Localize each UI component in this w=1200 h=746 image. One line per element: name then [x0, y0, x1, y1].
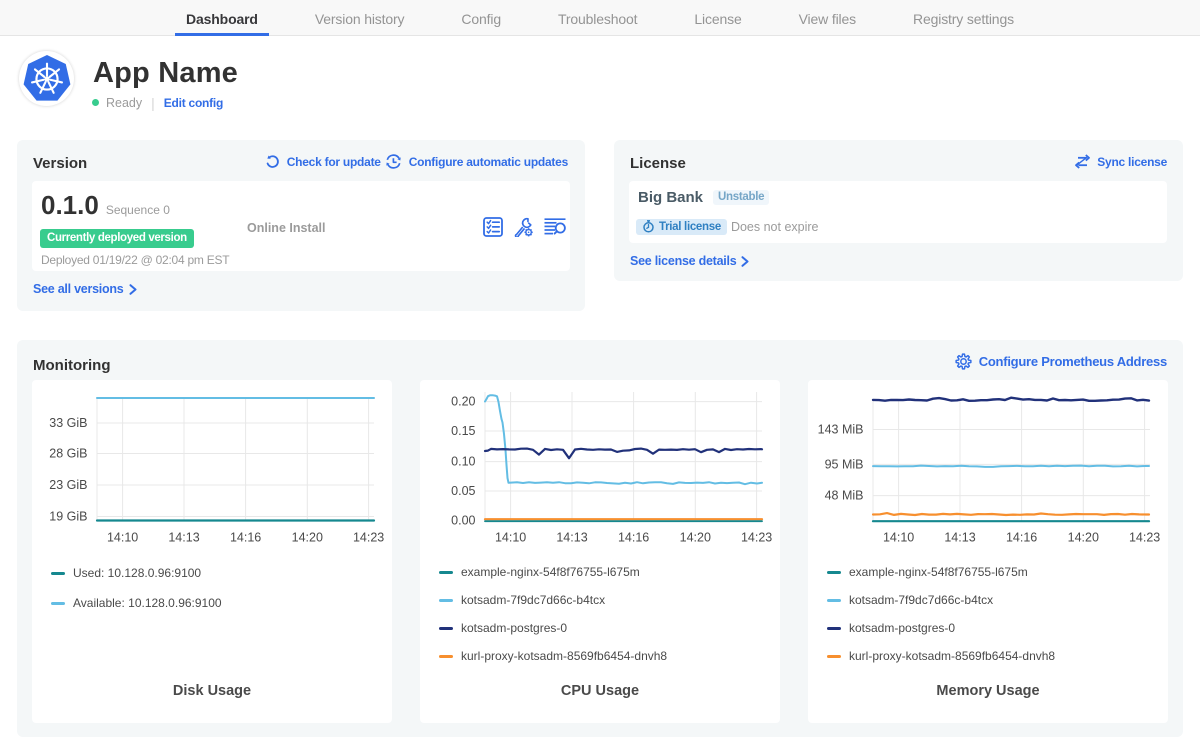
- svg-text:14:23: 14:23: [353, 531, 384, 545]
- svg-text:14:16: 14:16: [618, 531, 649, 545]
- svg-text:14:10: 14:10: [107, 531, 138, 545]
- svg-text:14:10: 14:10: [883, 531, 914, 545]
- svg-text:14:16: 14:16: [1006, 531, 1037, 545]
- svg-text:14:20: 14:20: [1068, 531, 1099, 545]
- svg-text:14:13: 14:13: [944, 531, 975, 545]
- svg-text:23 GiB: 23 GiB: [49, 478, 87, 492]
- svg-text:14:20: 14:20: [292, 531, 323, 545]
- svg-text:14:23: 14:23: [741, 531, 772, 545]
- svg-text:0.00: 0.00: [451, 513, 475, 527]
- svg-text:14:10: 14:10: [495, 531, 526, 545]
- svg-text:33 GiB: 33 GiB: [49, 416, 87, 430]
- svg-text:48 MiB: 48 MiB: [825, 489, 864, 503]
- svg-text:143 MiB: 143 MiB: [818, 423, 864, 437]
- svg-text:14:13: 14:13: [168, 531, 199, 545]
- svg-text:0.10: 0.10: [451, 455, 475, 469]
- svg-text:0.15: 0.15: [451, 424, 475, 438]
- svg-text:95 MiB: 95 MiB: [825, 457, 864, 471]
- svg-text:14:20: 14:20: [680, 531, 711, 545]
- svg-text:0.05: 0.05: [451, 484, 475, 498]
- svg-text:14:16: 14:16: [230, 531, 261, 545]
- svg-text:0.20: 0.20: [451, 395, 475, 409]
- svg-text:14:13: 14:13: [556, 531, 587, 545]
- svg-text:28 GiB: 28 GiB: [49, 447, 87, 461]
- svg-text:19 GiB: 19 GiB: [49, 510, 87, 524]
- svg-text:14:23: 14:23: [1129, 531, 1160, 545]
